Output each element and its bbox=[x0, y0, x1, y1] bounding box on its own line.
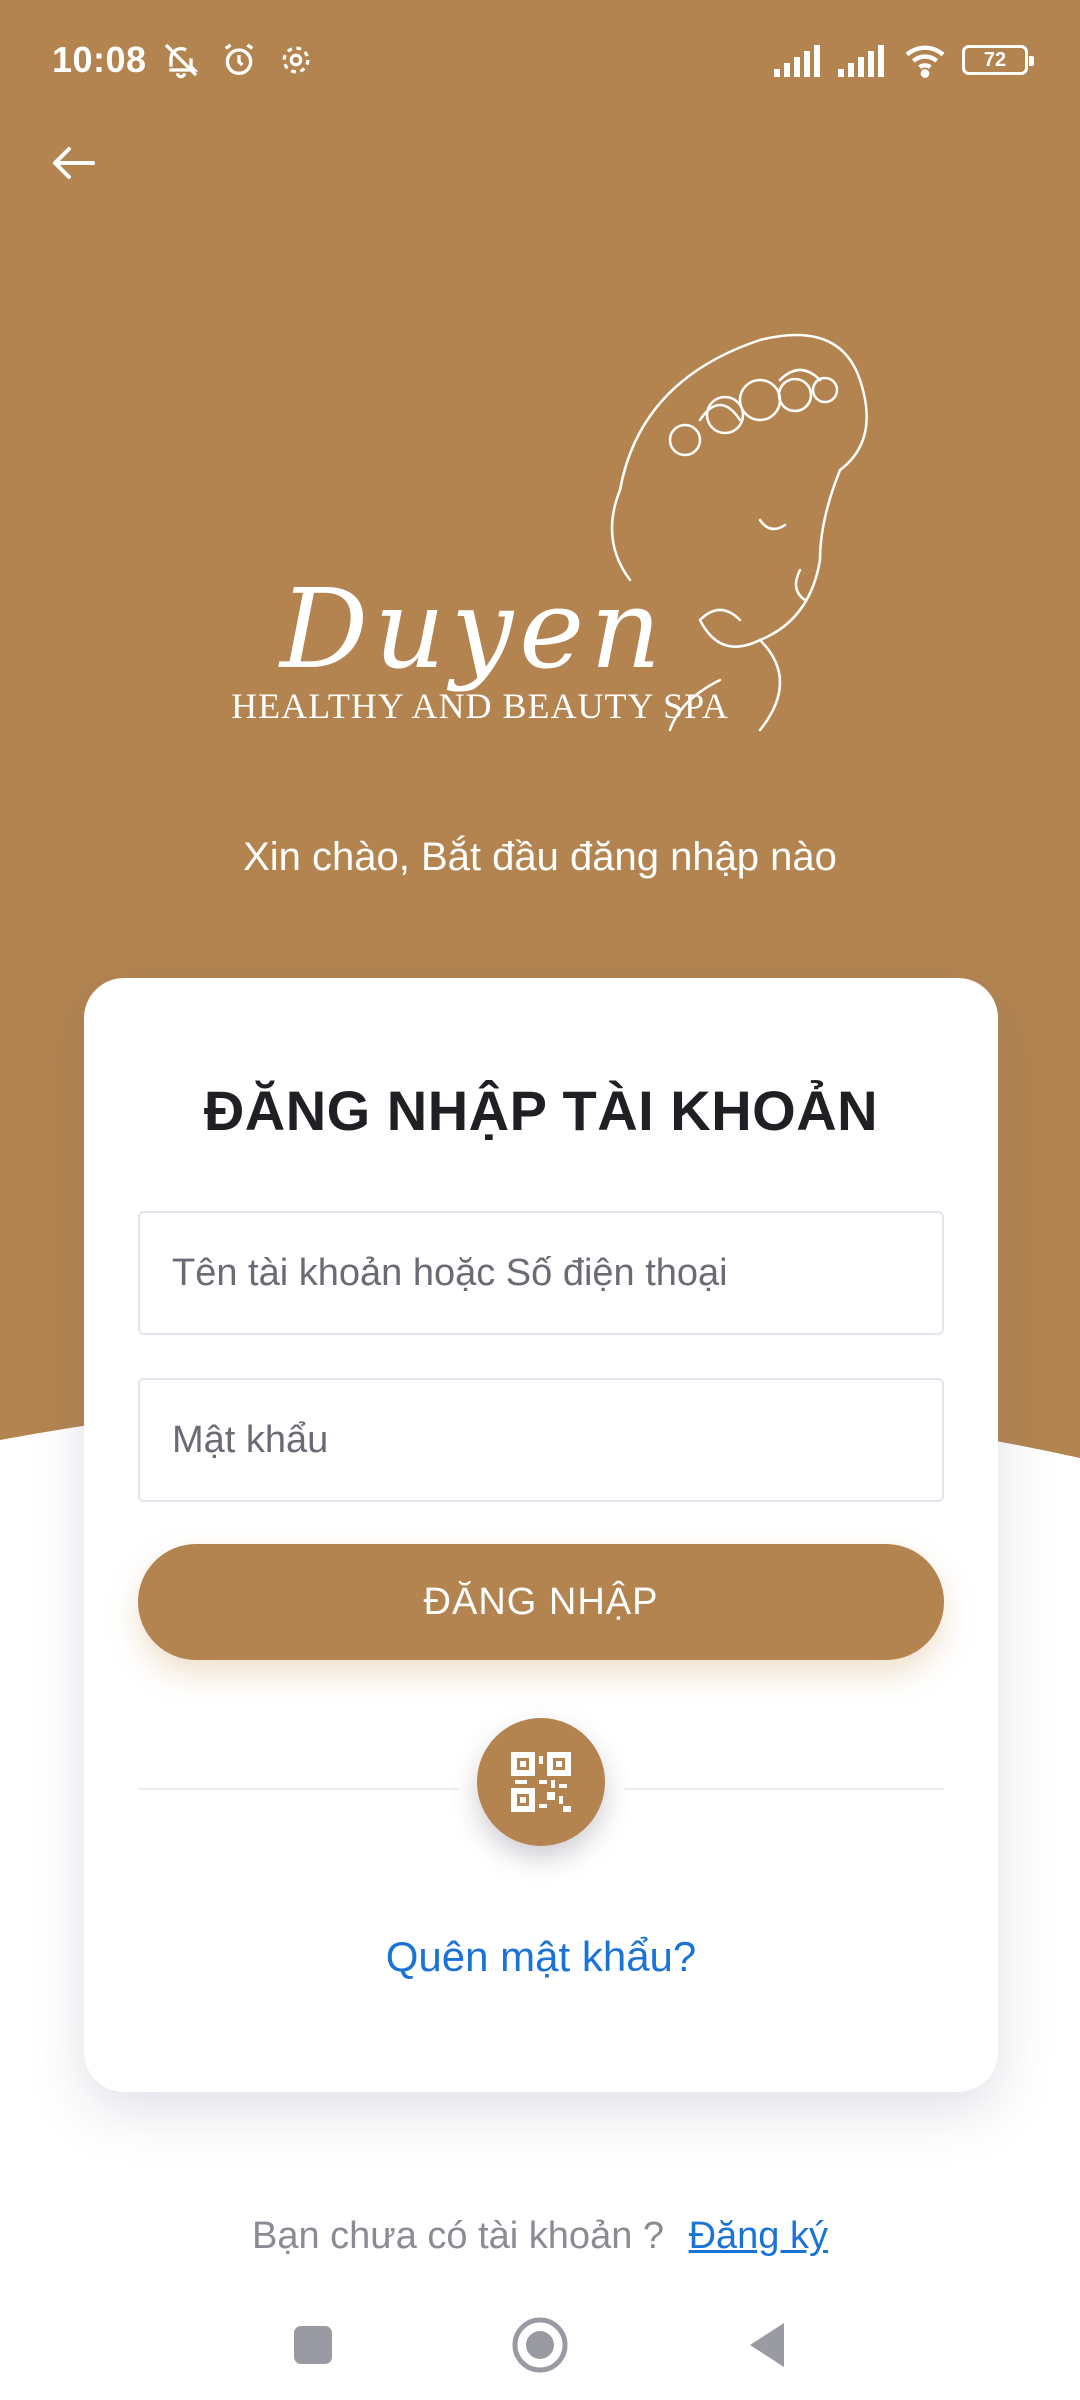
back-icon bbox=[749, 2323, 784, 2367]
divider-left bbox=[138, 1788, 458, 1790]
back-arrow-icon bbox=[53, 147, 95, 179]
recent-apps-icon bbox=[294, 2326, 333, 2364]
status-right-icons: 72 bbox=[774, 42, 1034, 78]
signal-icon bbox=[774, 45, 820, 77]
battery-indicator: 72 bbox=[962, 45, 1034, 75]
signal-icon-2 bbox=[838, 45, 884, 77]
alarm-icon bbox=[224, 43, 253, 75]
no-account-text: Bạn chưa có tài khoản ? bbox=[251, 2215, 665, 2257]
qr-code-icon bbox=[511, 1752, 571, 1812]
home-icon bbox=[512, 2317, 568, 2373]
signup-row: Bạn chưa có tài khoản ? Đăng ký bbox=[0, 2215, 1080, 2258]
greeting-text: Xin chào, Bắt đầu đăng nhập nào bbox=[243, 835, 837, 879]
card-title: ĐĂNG NHẬP TÀI KHOẢN bbox=[203, 1079, 879, 1142]
recent-apps-button[interactable] bbox=[278, 2310, 348, 2380]
status-left-icons bbox=[161, 40, 315, 80]
home-button[interactable] bbox=[505, 2310, 575, 2380]
username-input[interactable] bbox=[138, 1211, 944, 1335]
login-card: ĐĂNG NHẬP TÀI KHOẢN ĐĂNG NHẬP Quên mật k… bbox=[84, 978, 998, 2092]
logo-script-text: Duyen bbox=[280, 565, 668, 693]
logo-subtitle: HEALTHY AND BEAUTY SPA bbox=[231, 686, 729, 726]
mute-icon bbox=[164, 43, 198, 79]
signup-link[interactable]: Đăng ký bbox=[689, 2215, 828, 2257]
status-time: 10:08 bbox=[52, 39, 147, 80]
forgot-password-link[interactable]: Quên mật khẩu? bbox=[84, 1933, 998, 1981]
back-button[interactable] bbox=[38, 128, 108, 198]
qr-login-button[interactable] bbox=[477, 1718, 605, 1846]
login-button[interactable]: ĐĂNG NHẬP bbox=[138, 1544, 944, 1660]
password-input[interactable] bbox=[138, 1378, 944, 1502]
wifi-icon bbox=[905, 45, 945, 78]
nav-back-button[interactable] bbox=[732, 2310, 802, 2380]
status-bar: 10:08 72 bbox=[0, 0, 1080, 120]
system-nav-bar bbox=[0, 2290, 1080, 2400]
settings-gear-icon bbox=[282, 46, 310, 74]
divider-right bbox=[624, 1788, 944, 1790]
